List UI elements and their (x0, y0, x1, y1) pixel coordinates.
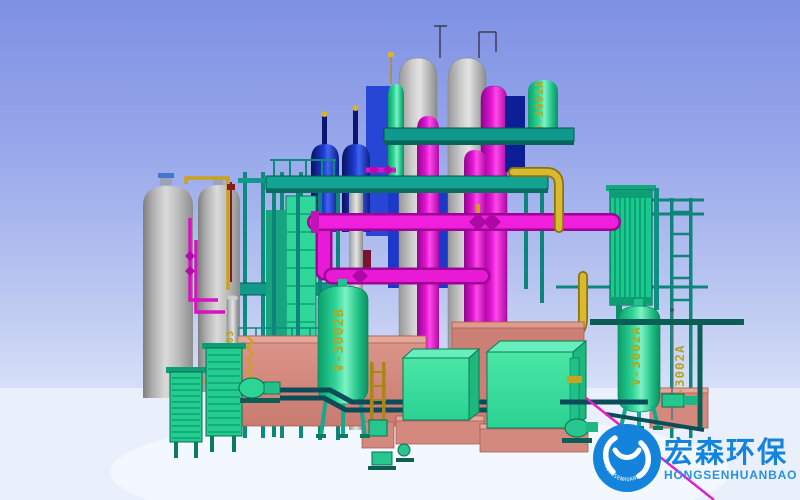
plant-3d-render: V-3001A (0, 0, 800, 500)
pump-left (239, 378, 265, 398)
logo-en-text: HONGSENHUANBAO (664, 468, 797, 482)
brand-logo: HONGSENHUANBAO 宏森环保 HONGSENHUANBAO (593, 424, 797, 492)
tag-v3001a: V-3001A (534, 80, 546, 131)
tag-v3002a-gauge: -3002A (672, 344, 687, 395)
tag-v3002a: V-3002A (628, 326, 643, 386)
green-box-units (403, 341, 586, 428)
logo-zh-text: 宏森环保 (664, 435, 788, 469)
tank-1 (143, 186, 193, 398)
tag-v3002b: V-3002B (331, 308, 347, 372)
plate-heat-exchanger (606, 185, 659, 319)
